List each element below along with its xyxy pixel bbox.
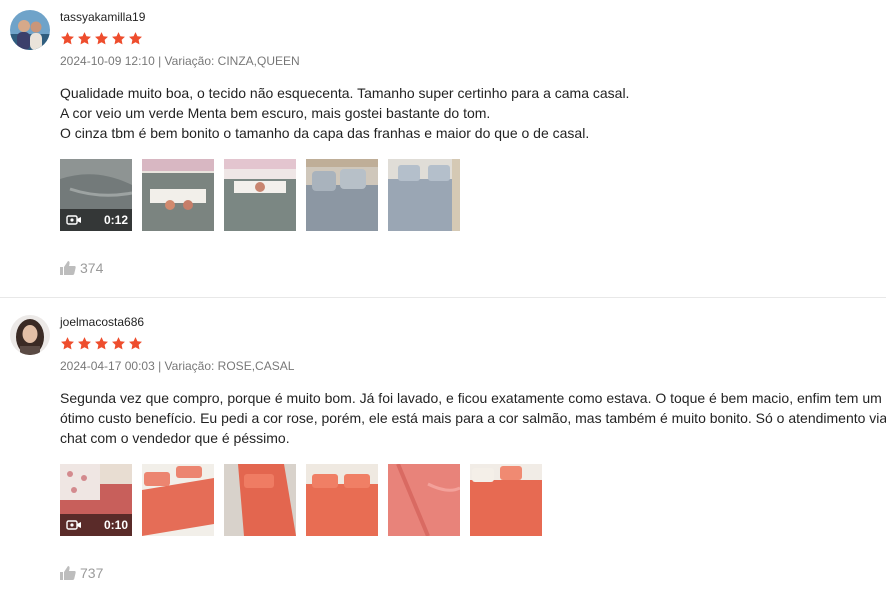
review-image-thumbnail[interactable] (306, 464, 378, 536)
star-icon (129, 337, 142, 350)
rating-stars (60, 336, 143, 351)
star-icon (61, 32, 74, 45)
review-image-thumbnail[interactable] (142, 464, 214, 536)
review-meta: 2024-04-17 00:03 | Variação: ROSE,CASAL (60, 359, 294, 373)
review-image-thumbnail[interactable] (306, 159, 378, 231)
review-username[interactable]: tassyakamilla19 (60, 10, 145, 24)
review-image-thumbnail[interactable] (388, 464, 460, 536)
star-icon (112, 337, 125, 350)
review-image-thumbnail[interactable] (224, 159, 296, 231)
review-text-line: O cinza tbm é bem bonito o tamanho da ca… (60, 125, 590, 141)
video-duration: 0:12 (103, 213, 128, 227)
review-datetime: 2024-04-17 00:03 (60, 359, 155, 373)
star-icon (129, 32, 142, 45)
review-text: Qualidade muito boa, o tecido não esquec… (60, 83, 886, 143)
review-media-list: 0:12 (60, 159, 460, 231)
video-camera-icon (66, 215, 81, 225)
review-datetime: 2024-10-09 12:10 (60, 54, 155, 68)
review-text-line: Segunda vez que compro, porque é muito b… (60, 390, 882, 406)
avatar[interactable] (10, 10, 50, 50)
avatar[interactable] (10, 315, 50, 355)
review-text-line: A cor veio um verde Menta bem escuro, ma… (60, 105, 491, 121)
review-image-thumbnail[interactable] (470, 464, 542, 536)
review-meta: 2024-10-09 12:10 | Variação: CINZA,QUEEN (60, 54, 300, 68)
like-button[interactable]: 374 (60, 260, 103, 276)
video-duration: 0:10 (103, 518, 128, 532)
review-variation: Variação: CINZA,QUEEN (164, 54, 300, 68)
rating-stars (60, 31, 143, 46)
review-media-list: 0:10 (60, 464, 542, 536)
like-count: 737 (80, 565, 104, 581)
like-count: 374 (80, 260, 104, 276)
star-icon (95, 337, 108, 350)
review-video-thumbnail[interactable]: 0:12 (60, 159, 132, 231)
review-text-line: chat com o vendedor que é péssimo. (60, 430, 290, 446)
review-image-thumbnail[interactable] (142, 159, 214, 231)
review-image-thumbnail[interactable] (388, 159, 460, 231)
review-text-line: ótimo custo benefício. Eu pedi a cor ros… (60, 410, 886, 426)
review-image-thumbnail[interactable] (224, 464, 296, 536)
like-button[interactable]: 737 (60, 565, 103, 581)
review-text: Segunda vez que compro, porque é muito b… (60, 388, 886, 448)
review-username[interactable]: joelmacosta686 (60, 315, 144, 329)
video-overlay: 0:10 (60, 514, 132, 536)
star-icon (112, 32, 125, 45)
review-text-line: Qualidade muito boa, o tecido não esquec… (60, 85, 630, 101)
review-variation: Variação: ROSE,CASAL (164, 359, 295, 373)
video-camera-icon (66, 520, 81, 530)
star-icon (78, 32, 91, 45)
star-icon (61, 337, 74, 350)
review-divider (0, 297, 886, 298)
thumbs-up-icon (60, 261, 76, 275)
star-icon (95, 32, 108, 45)
star-icon (78, 337, 91, 350)
video-overlay: 0:12 (60, 209, 132, 231)
thumbs-up-icon (60, 566, 76, 580)
review-video-thumbnail[interactable]: 0:10 (60, 464, 132, 536)
